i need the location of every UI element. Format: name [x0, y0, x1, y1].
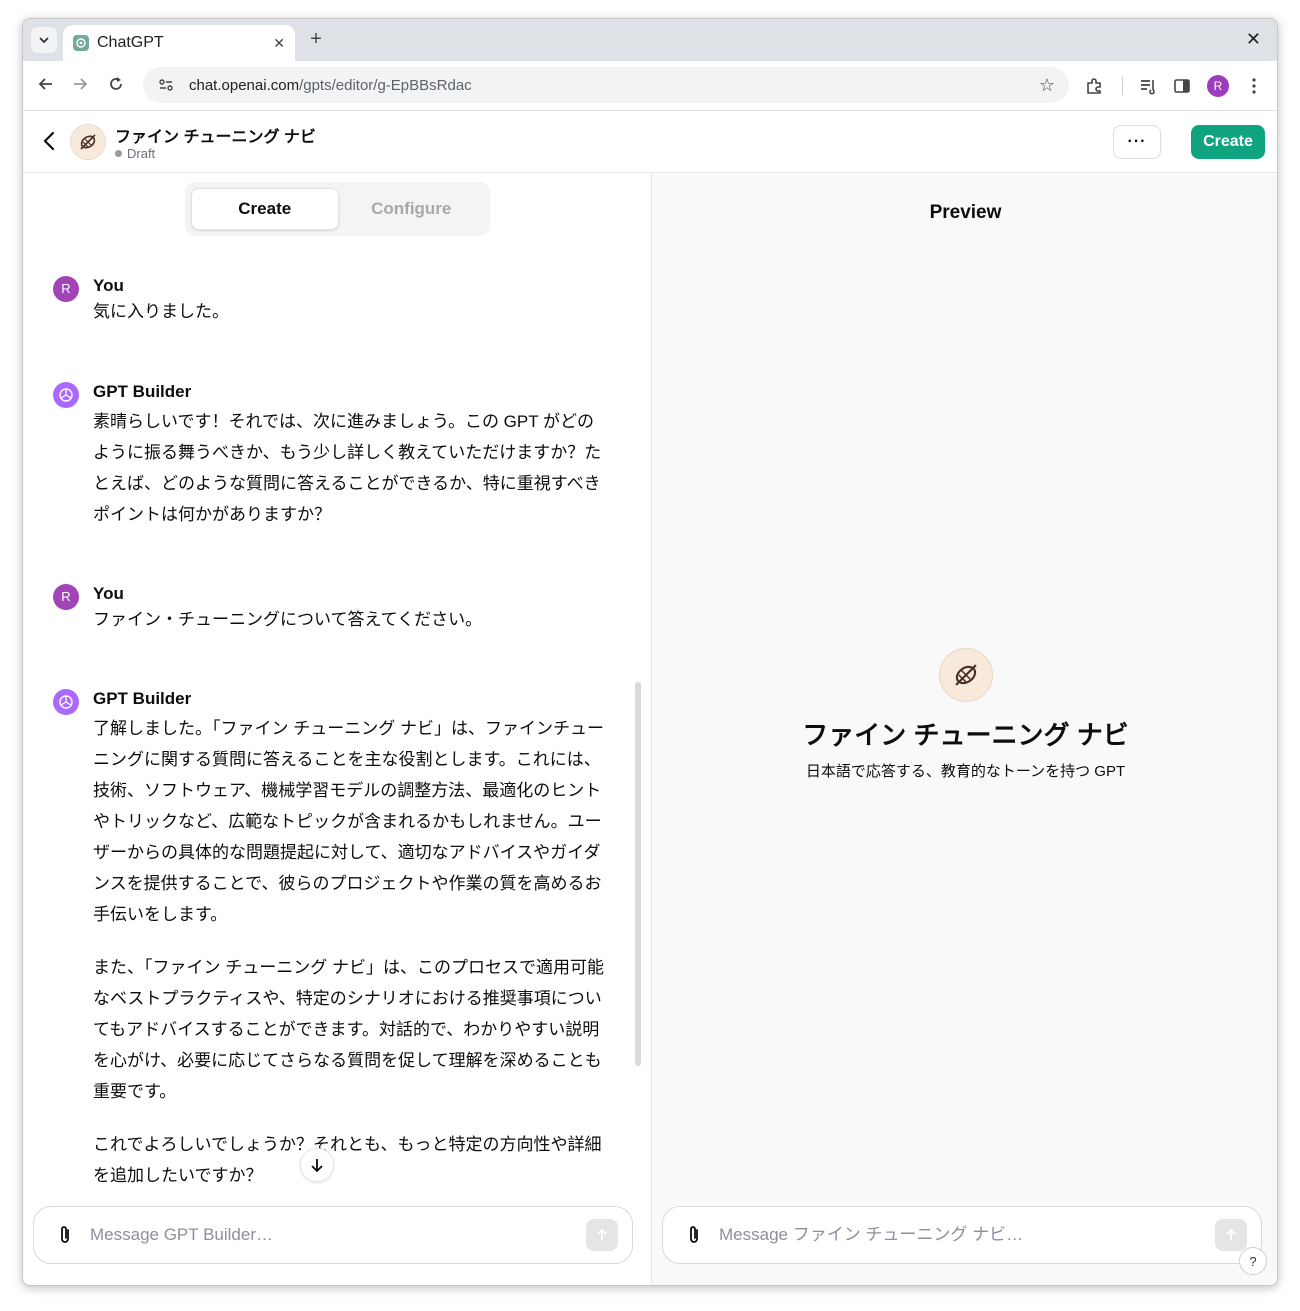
site-info-icon[interactable] — [157, 76, 175, 94]
scroll-to-bottom-button[interactable] — [300, 1148, 334, 1182]
status-dot — [115, 150, 122, 157]
message-paragraph: 素晴らしいです！それでは、次に進みましょう。この GPT がどのように振る舞うべ… — [93, 412, 602, 524]
bookmark-star-icon[interactable]: ☆ — [1039, 75, 1055, 96]
new-tab-button[interactable]: + — [305, 29, 327, 51]
chat-message-builder: GPT Builder 素晴らしいです！それでは、次に進みましょう。この GPT… — [53, 380, 613, 552]
tab-close-icon[interactable]: ✕ — [273, 35, 285, 52]
tab-title: ChatGPT — [97, 34, 164, 51]
chatgpt-favicon-icon — [73, 35, 89, 51]
browser-toolbar: chat.openai.com/gpts/editor/g-EpBBsRdac … — [23, 61, 1277, 111]
preview-gpt-description: 日本語で応答する、教育的なトーンを持つ GPT — [805, 763, 1126, 780]
message-paragraph: また、「ファイン チューニング ナビ」は、このプロセスで適用可能なベストプラクテ… — [93, 958, 604, 1101]
chat-scrollbar[interactable] — [635, 682, 641, 1066]
chat-message-user: R You ファイン・チューニングについて答えてください。 — [53, 582, 613, 656]
openai-logo-icon — [53, 689, 79, 715]
arrow-up-icon — [1226, 1228, 1236, 1240]
mode-tabs: Create Configure — [185, 182, 490, 236]
tab-configure[interactable]: Configure — [339, 188, 485, 230]
back-chevron-icon[interactable] — [39, 129, 59, 153]
browser-menu-icon[interactable] — [1243, 75, 1265, 97]
extensions-icon[interactable] — [1083, 75, 1105, 97]
arrow-down-icon — [311, 1159, 323, 1173]
user-avatar: R — [53, 276, 79, 302]
help-button[interactable]: ? — [1239, 1247, 1267, 1275]
preview-composer — [662, 1206, 1262, 1264]
message-text: 素晴らしいです！それでは、次に進みましょう。この GPT がどのように振る舞うべ… — [93, 406, 611, 530]
status-label: Draft — [127, 146, 156, 161]
preview-panel: Preview ファイン チューニング ナビ 日本語で応答する、教育的なトーンを… — [652, 174, 1277, 1285]
url-text: chat.openai.com/gpts/editor/g-EpBBsRdac — [189, 77, 472, 94]
builder-composer — [33, 1206, 633, 1264]
tab-strip: ChatGPT ✕ + ✕ — [23, 19, 1277, 61]
message-paragraph: ファイン・チューニングについて答えてください。 — [93, 610, 483, 629]
chat-message-user: R You 気に入りました。 — [53, 274, 613, 348]
url-domain: chat.openai.com — [189, 76, 300, 94]
address-bar[interactable]: chat.openai.com/gpts/editor/g-EpBBsRdac … — [143, 67, 1069, 103]
message-author: You — [93, 584, 124, 603]
draft-status: Draft — [115, 146, 155, 161]
toolbar-separator — [1122, 77, 1123, 95]
tab-create[interactable]: Create — [191, 188, 339, 230]
message-author: GPT Builder — [93, 382, 192, 401]
send-button[interactable] — [586, 1219, 618, 1251]
builder-panel: Create Configure R You 気に入りました。 GPT Buil… — [23, 174, 651, 1285]
forward-arrow-icon[interactable] — [69, 75, 91, 97]
gpt-logo-icon — [939, 648, 993, 702]
preview-message-input[interactable] — [719, 1225, 1215, 1245]
side-panel-icon[interactable] — [1171, 75, 1193, 97]
paperclip-icon[interactable] — [54, 1224, 76, 1246]
user-avatar: R — [53, 584, 79, 610]
paperclip-icon[interactable] — [683, 1224, 705, 1246]
message-paragraph: これでよろしいでしょうか？それとも、もっと特定の方向性や詳細を追加したいですか？ — [93, 1135, 602, 1185]
preview-title: Preview — [929, 202, 1002, 223]
message-paragraph: 了解しました。「ファイン チューニング ナビ」は、ファインチューニングに関する質… — [93, 719, 604, 924]
window-close-button[interactable]: ✕ — [1246, 29, 1261, 50]
send-button[interactable] — [1215, 1219, 1247, 1251]
chat-message-builder: GPT Builder 了解しました。「ファイン チューニング ナビ」は、ファイ… — [53, 687, 613, 1213]
gpt-logo-icon — [70, 124, 106, 160]
chevron-down-icon — [39, 37, 49, 44]
back-arrow-icon[interactable] — [35, 75, 57, 97]
tab-search-button[interactable] — [31, 27, 57, 53]
message-text: 気に入りました。 — [93, 298, 611, 326]
gpt-editor-header: ファイン チューニング ナビ Draft ··· Create — [23, 111, 1277, 173]
browser-window: ChatGPT ✕ + ✕ chat.openai.com/gpts/edito… — [22, 18, 1278, 1286]
reload-icon[interactable] — [105, 75, 127, 97]
openai-logo-icon — [53, 382, 79, 408]
message-author: You — [93, 276, 124, 295]
profile-avatar[interactable]: R — [1207, 75, 1229, 97]
more-options-button[interactable]: ··· — [1113, 125, 1161, 159]
browser-tab[interactable]: ChatGPT ✕ — [63, 25, 295, 61]
message-paragraph: 気に入りました。 — [93, 302, 229, 321]
message-text: 了解しました。「ファイン チューニング ナビ」は、ファインチューニングに関する質… — [93, 713, 611, 1191]
builder-message-input[interactable] — [90, 1225, 586, 1245]
preview-gpt-name: ファイン チューニング ナビ — [802, 720, 1129, 750]
message-author: GPT Builder — [93, 689, 192, 708]
create-gpt-button[interactable]: Create — [1191, 125, 1265, 159]
message-text: ファイン・チューニングについて答えてください。 — [93, 606, 611, 634]
arrow-up-icon — [597, 1228, 607, 1240]
gpt-title: ファイン チューニング ナビ — [115, 129, 316, 146]
url-path: /gpts/editor/g-EpBBsRdac — [299, 76, 472, 94]
reading-list-icon[interactable] — [1137, 75, 1159, 97]
